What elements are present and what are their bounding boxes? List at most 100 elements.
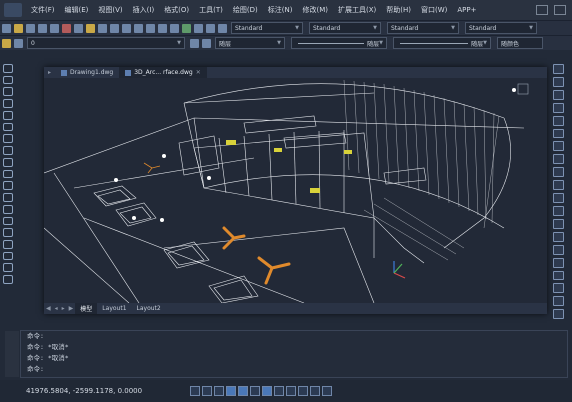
polygon-icon[interactable]	[3, 99, 13, 108]
lineweight-combo[interactable]: 随层 ▼	[393, 37, 491, 49]
match-properties-icon[interactable]	[97, 23, 107, 33]
make-block-icon[interactable]	[3, 204, 13, 214]
save-icon[interactable]	[25, 23, 35, 33]
ellipse-arc-icon[interactable]	[3, 181, 13, 191]
redo-icon[interactable]	[121, 23, 131, 33]
plotstyle-combo[interactable]: 随颜色	[497, 37, 543, 49]
tab-layout1[interactable]: Layout1	[97, 303, 131, 314]
orbit-icon[interactable]	[552, 309, 564, 320]
lineweight-toggle-icon[interactable]	[286, 386, 297, 396]
align-icon[interactable]	[552, 296, 564, 307]
grid-icon[interactable]	[202, 386, 213, 396]
zoom-icon[interactable]	[145, 23, 155, 33]
viewcube-icon[interactable]	[517, 83, 529, 95]
tab-3d-arc-surface[interactable]: 3D_Arc... rface.dwg ✕	[119, 67, 207, 78]
zoom-window-icon[interactable]	[157, 23, 167, 33]
fillet-icon[interactable]	[552, 257, 564, 268]
menu-view[interactable]: 视图(V)	[93, 5, 127, 15]
open-file-icon[interactable]	[13, 23, 23, 33]
menu-draw[interactable]: 绘图(D)	[228, 5, 263, 15]
menu-edit[interactable]: 编辑(E)	[60, 5, 94, 15]
layer-combo[interactable]: 0 ▼	[27, 37, 185, 49]
copy-icon[interactable]	[73, 23, 83, 33]
model-space-canvas[interactable]	[44, 78, 547, 303]
command-grip-handle[interactable]	[5, 331, 19, 377]
explode-icon[interactable]	[552, 270, 564, 281]
tab-menu-icon[interactable]: ▸	[48, 69, 51, 76]
tab-layout2[interactable]: Layout2	[132, 303, 166, 314]
linetype-combo[interactable]: 随层 ▼	[291, 37, 387, 49]
trim-icon[interactable]	[552, 180, 564, 191]
next-tab-icon[interactable]: ▸	[62, 305, 65, 312]
mirror-icon[interactable]	[552, 89, 564, 100]
hatch-icon[interactable]	[3, 228, 13, 238]
menu-app[interactable]: APP+	[452, 6, 481, 14]
insert-block-icon[interactable]	[3, 193, 13, 202]
app-logo-icon[interactable]	[4, 3, 22, 17]
command-prompt-line[interactable]: 命令:	[21, 364, 567, 375]
mleader-style-combo[interactable]: Standard ▼	[465, 22, 537, 34]
command-window[interactable]: 命令: 命令: *取消* 命令: *取消* 命令:	[5, 330, 568, 378]
selection-cycling-icon[interactable]	[322, 386, 333, 396]
spline-icon[interactable]	[3, 157, 13, 167]
osnap-icon[interactable]	[238, 386, 249, 396]
menu-help[interactable]: 帮助(H)	[381, 5, 416, 15]
close-icon[interactable]	[554, 5, 566, 15]
lengthen-icon[interactable]	[552, 283, 564, 294]
otrack-icon[interactable]	[250, 386, 261, 396]
menu-modify[interactable]: 修改(M)	[297, 5, 333, 15]
design-center-icon[interactable]	[193, 23, 203, 33]
extend-icon[interactable]	[552, 193, 564, 203]
transparency-icon[interactable]	[298, 386, 309, 396]
zoom-previous-icon[interactable]	[169, 23, 179, 33]
dynamic-input-icon[interactable]	[274, 386, 285, 396]
polar-icon[interactable]	[226, 386, 237, 396]
last-tab-icon[interactable]: ▶	[69, 305, 74, 312]
tab-model[interactable]: 模型	[75, 303, 98, 314]
gradient-icon[interactable]	[3, 240, 13, 249]
layer-previous-icon[interactable]	[201, 38, 211, 48]
menu-window[interactable]: 窗口(W)	[416, 5, 452, 15]
properties-icon[interactable]	[181, 23, 191, 33]
move-icon[interactable]	[552, 128, 564, 139]
paste-icon[interactable]	[85, 23, 95, 33]
scale-icon[interactable]	[552, 154, 564, 165]
dim-style-combo[interactable]: Standard ▼	[309, 22, 381, 34]
text-style-combo[interactable]: Standard ▼	[231, 22, 303, 34]
menu-tools[interactable]: 工具(T)	[194, 5, 228, 15]
ortho-icon[interactable]	[214, 386, 225, 396]
cut-icon[interactable]	[61, 23, 71, 33]
layer-state-icon[interactable]	[13, 38, 23, 48]
ellipse-icon[interactable]	[3, 169, 13, 179]
layer-manager-icon[interactable]	[1, 38, 11, 48]
break-icon[interactable]	[552, 218, 564, 229]
snap-icon[interactable]	[190, 386, 201, 396]
pan-icon[interactable]	[133, 23, 143, 33]
close-tab-icon[interactable]: ✕	[196, 69, 201, 76]
table-icon[interactable]	[3, 263, 13, 273]
line-icon[interactable]	[3, 64, 13, 73]
calculator-icon[interactable]	[217, 23, 227, 33]
menu-ext-tools[interactable]: 扩展工具(X)	[333, 5, 381, 15]
undo-icon[interactable]	[109, 23, 119, 33]
prev-tab-icon[interactable]: ◂	[55, 305, 58, 312]
revision-cloud-icon[interactable]	[3, 146, 13, 155]
array-icon[interactable]	[552, 115, 564, 126]
point-icon[interactable]	[3, 216, 13, 226]
menu-insert[interactable]: 插入(I)	[128, 5, 160, 15]
break-at-point-icon[interactable]	[552, 205, 564, 216]
region-icon[interactable]	[3, 251, 13, 261]
construction-line-icon[interactable]	[3, 75, 13, 85]
erase-icon[interactable]	[552, 64, 564, 74]
menu-file[interactable]: 文件(F)	[26, 5, 60, 15]
first-tab-icon[interactable]: ◀	[46, 305, 51, 312]
rectangle-icon[interactable]	[3, 110, 13, 120]
menu-format[interactable]: 格式(O)	[159, 5, 194, 15]
make-current-layer-icon[interactable]	[189, 38, 199, 48]
rotate-icon[interactable]	[552, 141, 564, 152]
dynamic-ucs-icon[interactable]	[262, 386, 273, 396]
polyline-icon[interactable]	[3, 87, 13, 97]
print-icon[interactable]	[37, 23, 47, 33]
chamfer-icon[interactable]	[552, 244, 564, 255]
color-combo[interactable]: 随层 ▼	[215, 37, 285, 49]
